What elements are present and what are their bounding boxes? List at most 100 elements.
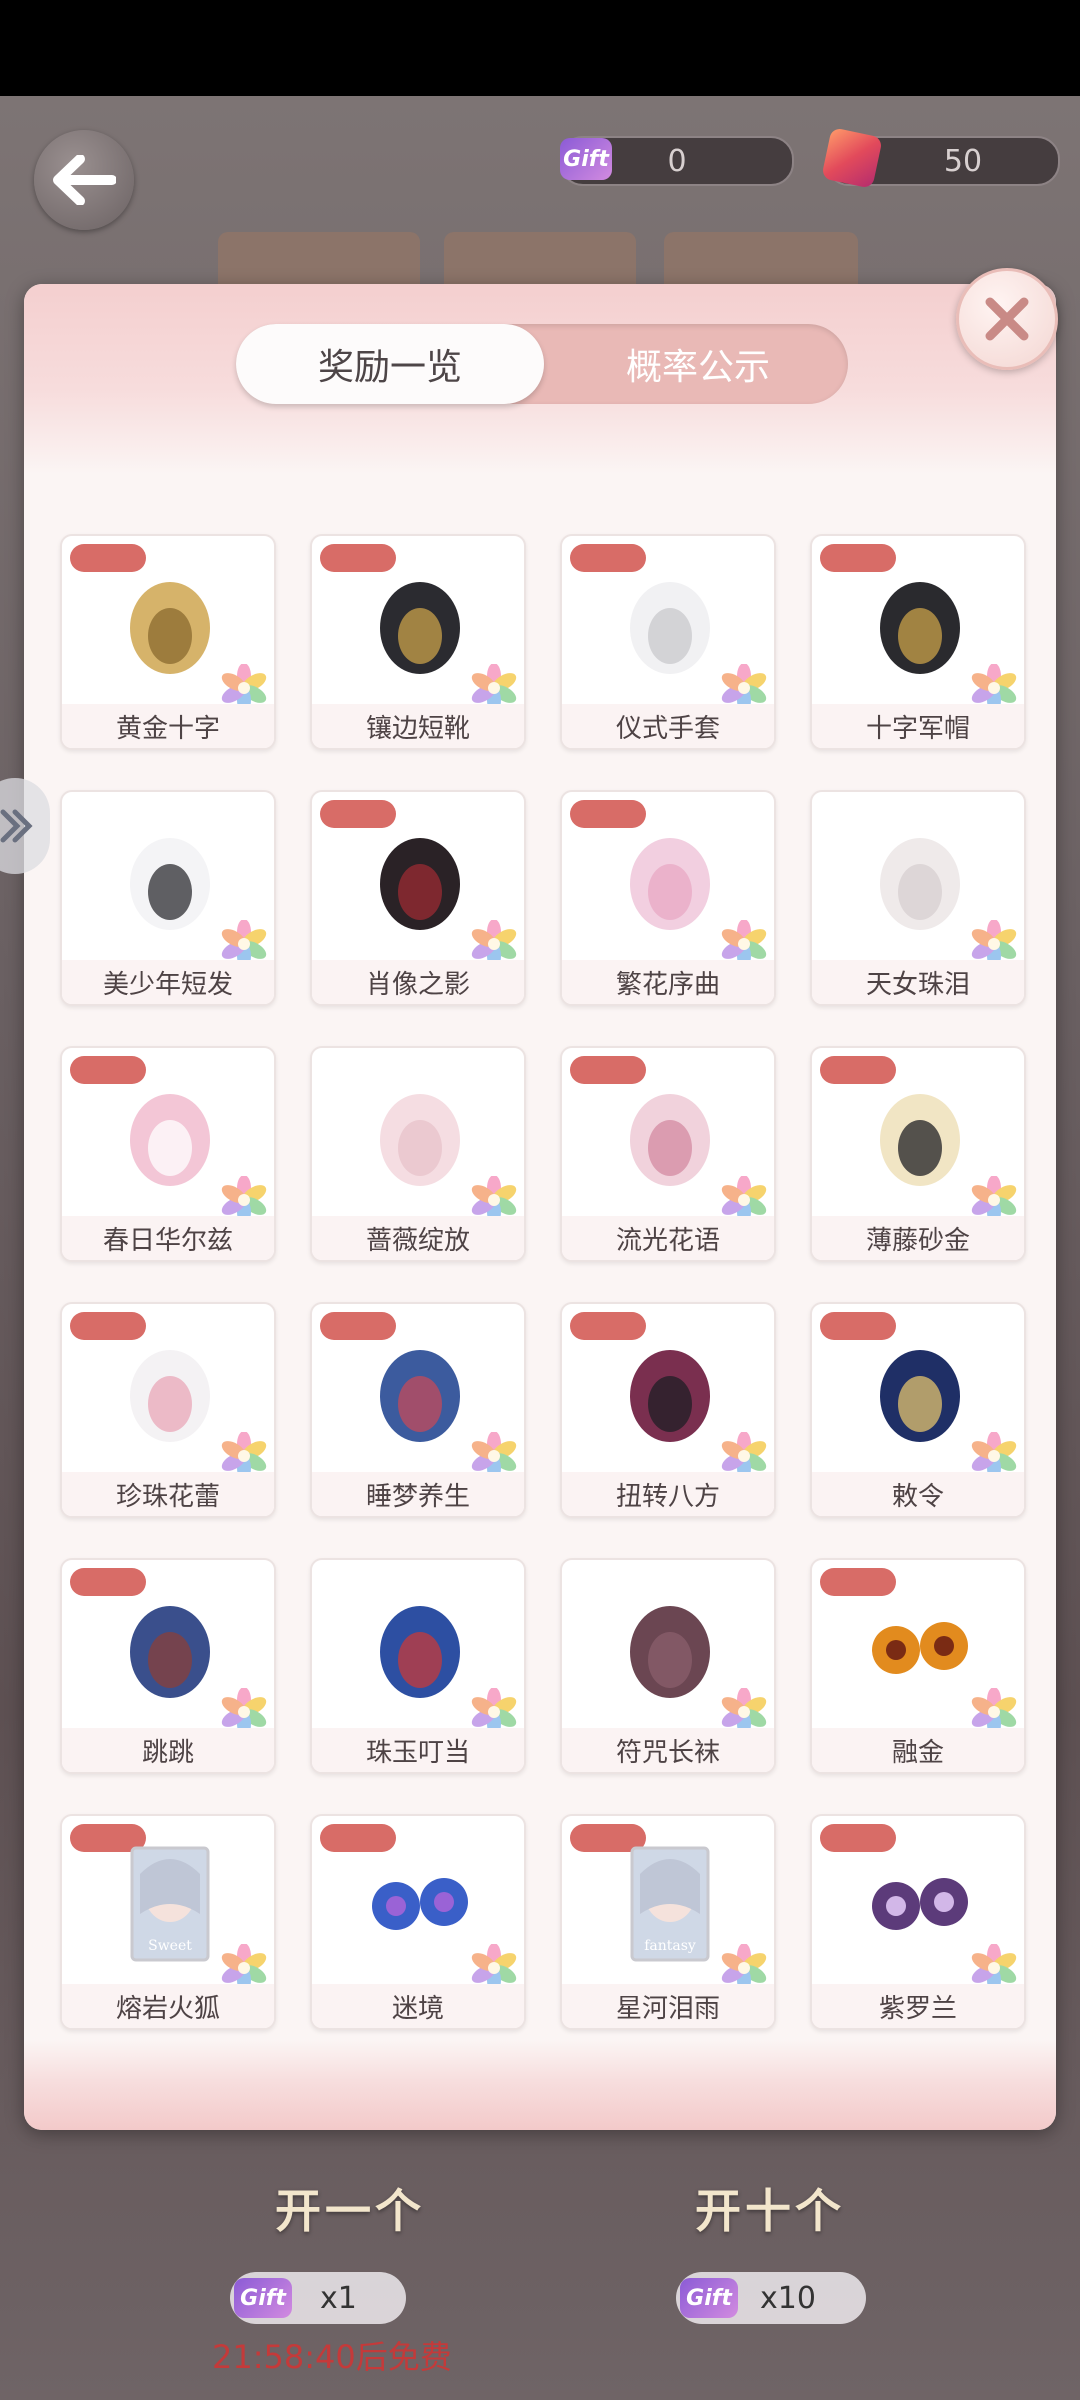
reward-item[interactable]: 繁花序曲: [560, 790, 776, 1006]
open-ten-button[interactable]: 开十个: [660, 2168, 880, 2248]
close-button[interactable]: [956, 268, 1058, 370]
open-ten-label: 开十个: [695, 2184, 845, 2238]
reward-item[interactable]: 符咒长袜: [560, 1558, 776, 1774]
gem-cube-icon: [821, 127, 883, 189]
reward-item[interactable]: 紫罗兰: [810, 1814, 1026, 2030]
cost-ten-pill: Gift x10: [676, 2272, 866, 2324]
gift-ticket-icon: Gift: [560, 138, 612, 180]
makeup-card-icon: fantasy: [610, 1844, 730, 1964]
side-expand-button[interactable]: [0, 778, 50, 874]
cost-one: x1: [320, 2280, 357, 2316]
reward-item-name: 紫罗兰: [812, 1984, 1024, 2028]
makeup-card-text: Sweet: [148, 1938, 192, 1954]
reward-item-name: 流光花语: [562, 1216, 774, 1260]
reward-item-name: 美少年短发: [62, 960, 274, 1004]
reward-item[interactable]: 迷境: [310, 1814, 526, 2030]
reward-item-name: 融金: [812, 1728, 1024, 1772]
gift-ticket-icon: Gift: [680, 2278, 738, 2318]
gold-cross-earrings-icon: [110, 564, 230, 684]
reward-item-name: 繁花序曲: [562, 960, 774, 1004]
pink-shoes-icon: [110, 1076, 230, 1196]
double-chevron-right-icon: [0, 809, 33, 843]
white-gloves-icon: [610, 564, 730, 684]
blue-boots-icon: [110, 1588, 230, 1708]
military-cap-icon: [860, 564, 980, 684]
reward-item-name: 珍珠花蕾: [62, 1472, 274, 1516]
jade-earrings-icon: [360, 1588, 480, 1708]
reward-item-name: 迷境: [312, 1984, 524, 2028]
reward-item[interactable]: 镶边短靴: [310, 534, 526, 750]
back-button[interactable]: [34, 130, 134, 230]
black-boots-icon: [360, 564, 480, 684]
reward-modal: 奖励一览 概率公示 黄金十字 镶边短靴 仪式手套 十字军帽美少年短发 肖像之影 繁花序曲天…: [24, 284, 1056, 2130]
gem-count: 50: [943, 143, 983, 179]
pink-dress-icon: [610, 820, 730, 940]
reward-item[interactable]: 美少年短发: [60, 790, 276, 1006]
purple-eyes-icon: [860, 1844, 980, 1964]
reward-item[interactable]: 流光花语: [560, 1046, 776, 1262]
reward-item[interactable]: 天女珠泪: [810, 790, 1026, 1006]
tab-rewards[interactable]: 奖励一览: [236, 324, 544, 404]
reward-item-name: 黄金十字: [62, 704, 274, 748]
reward-item[interactable]: 敕令: [810, 1302, 1026, 1518]
reward-item[interactable]: 蔷薇绽放: [310, 1046, 526, 1262]
open-one-label: 开一个: [275, 2184, 425, 2238]
reward-item-name: 春日华尔兹: [62, 1216, 274, 1260]
pearl-crown-icon: [860, 820, 980, 940]
reward-item[interactable]: 十字军帽: [810, 534, 1026, 750]
reward-item-name: 星河泪雨: [562, 1984, 774, 2028]
blue-robe-icon: [360, 1332, 480, 1452]
white-short-hair-icon: [110, 820, 230, 940]
ticket-count: 0: [667, 143, 687, 179]
dark-coat-outfit-icon: [360, 820, 480, 940]
pearl-earrings-icon: [110, 1332, 230, 1452]
braided-hair-icon: [610, 1332, 730, 1452]
reward-item[interactable]: 扭转八方: [560, 1302, 776, 1518]
gold-eyes-icon: [860, 1588, 980, 1708]
close-icon: [985, 297, 1029, 341]
reward-item[interactable]: 春日华尔兹: [60, 1046, 276, 1262]
long-stockings-icon: [610, 1588, 730, 1708]
reward-item-name: 熔岩火狐: [62, 1984, 274, 2028]
arrow-left-icon: [53, 155, 116, 205]
cost-ten: x10: [760, 2280, 816, 2316]
reward-item[interactable]: fantasy 星河泪雨: [560, 1814, 776, 2030]
lace-gloves-icon: [360, 1076, 480, 1196]
reward-item[interactable]: 融金: [810, 1558, 1026, 1774]
reward-item[interactable]: 肖像之影: [310, 790, 526, 1006]
free-timer: 21:58:40后免费: [212, 2338, 452, 2376]
reward-item[interactable]: 跳跳: [60, 1558, 276, 1774]
reward-grid: 黄金十字 镶边短靴 仪式手套 十字军帽美少年短发 肖像之影 繁花序曲 天女珠泪春日华尔兹 蔷薇…: [60, 534, 1026, 2030]
reward-item-name: 扭转八方: [562, 1472, 774, 1516]
reward-item-name: 睡梦养生: [312, 1472, 524, 1516]
reward-item-name: 敕令: [812, 1472, 1024, 1516]
reward-item[interactable]: 珍珠花蕾: [60, 1302, 276, 1518]
reward-item-name: 珠玉叮当: [312, 1728, 524, 1772]
reward-item-name: 仪式手套: [562, 704, 774, 748]
reward-item-name: 符咒长袜: [562, 1728, 774, 1772]
reward-item[interactable]: 睡梦养生: [310, 1302, 526, 1518]
tab-probability-label: 概率公示: [625, 347, 770, 388]
reward-item-name: 肖像之影: [312, 960, 524, 1004]
reward-item[interactable]: Sweet 熔岩火狐: [60, 1814, 276, 2030]
rose-fan-icon: [610, 1076, 730, 1196]
reward-item[interactable]: 黄金十字: [60, 534, 276, 750]
blonde-hair-icon: [860, 1076, 980, 1196]
reward-item[interactable]: 珠玉叮当: [310, 1558, 526, 1774]
open-one-button[interactable]: 开一个: [240, 2168, 460, 2248]
reward-item-name: 蔷薇绽放: [312, 1216, 524, 1260]
reward-item-name: 镶边短靴: [312, 704, 524, 748]
reward-item-name: 薄藤砂金: [812, 1216, 1024, 1260]
reward-item-name: 跳跳: [62, 1728, 274, 1772]
modal-footer-decoration: [24, 2040, 1056, 2130]
gift-ticket-icon: Gift: [234, 2278, 292, 2318]
tab-rewards-label: 奖励一览: [317, 347, 462, 388]
reward-item[interactable]: 薄藤砂金: [810, 1046, 1026, 1262]
cost-one-pill: Gift x1: [230, 2272, 406, 2324]
makeup-card-text: fantasy: [644, 1938, 696, 1954]
tab-probability[interactable]: 概率公示: [548, 324, 848, 404]
reward-item[interactable]: 仪式手套: [560, 534, 776, 750]
reward-item-name: 十字军帽: [812, 704, 1024, 748]
reward-item-name: 天女珠泪: [812, 960, 1024, 1004]
tab-switch: 奖励一览 概率公示: [236, 324, 848, 404]
